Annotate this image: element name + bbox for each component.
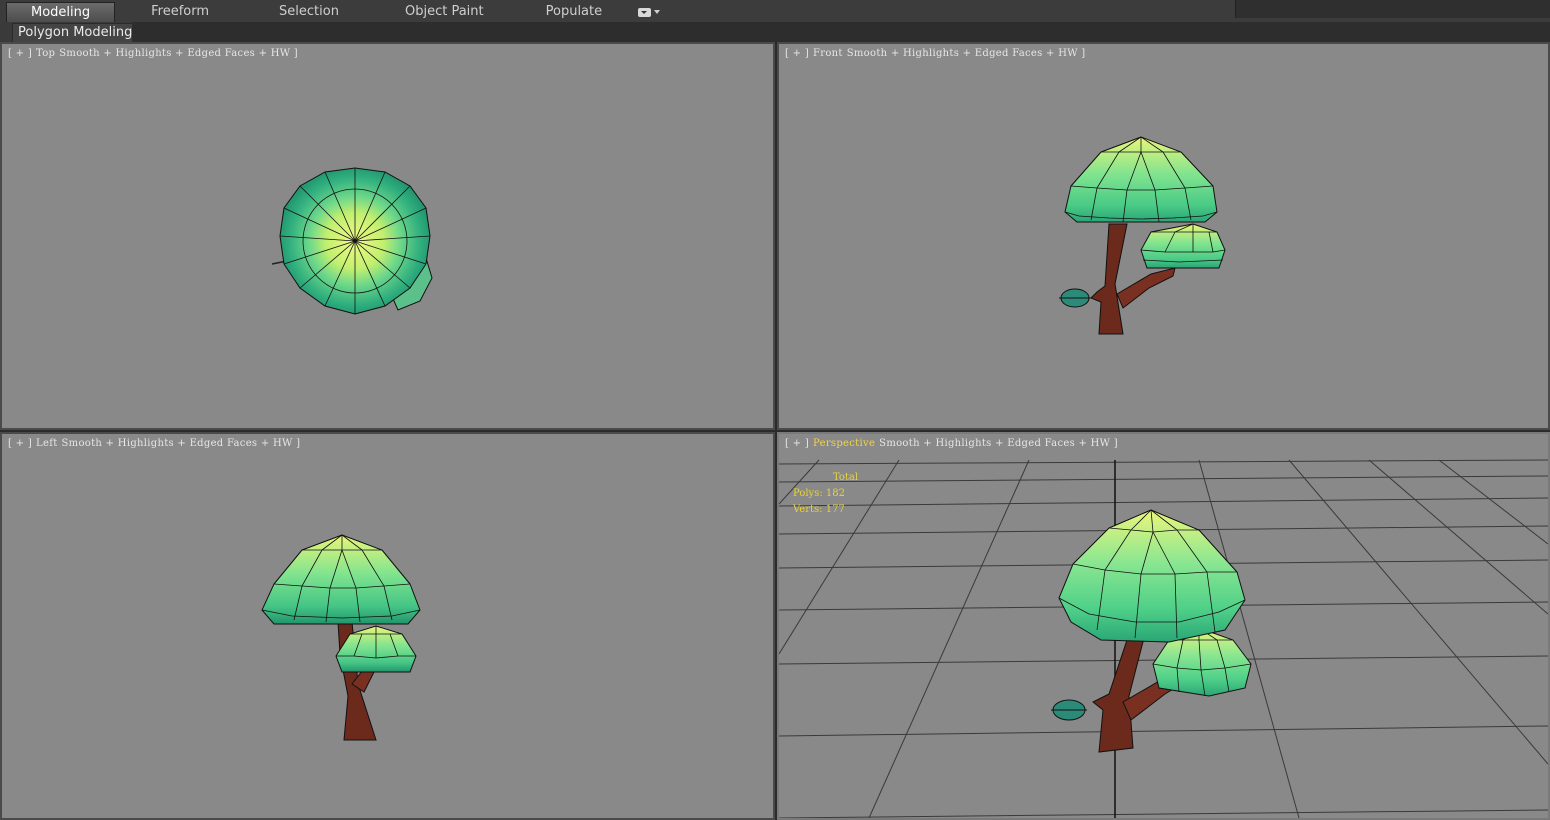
viewport-menu-button[interactable]: [ + ] — [785, 438, 809, 449]
tree-model-perspective-view — [779, 459, 1548, 818]
stats-verts: Verts: 177 — [793, 504, 845, 515]
viewport-front[interactable]: [ + ] Front Smooth + Highlights + Edged … — [777, 42, 1550, 430]
tab-selection[interactable]: Selection — [261, 2, 357, 22]
ribbon-toggle-icon — [638, 7, 652, 17]
tree-model-left-view — [261, 534, 421, 741]
viewport-left[interactable]: [ + ] Left Smooth + Highlights + Edged F… — [0, 432, 775, 820]
stats-total-label: Total — [833, 472, 859, 483]
ribbon-tabs: Modeling Freeform Selection Object Paint… — [6, 1, 661, 23]
ribbon-panel-strip — [132, 22, 1550, 42]
stats-polys: Polys: 182 — [793, 488, 845, 499]
polygon-modeling-panel-tab[interactable]: Polygon Modeling — [12, 23, 139, 43]
ribbon-empty-area — [1235, 0, 1550, 18]
ribbon-panel-bar: Polygon Modeling — [0, 22, 1550, 43]
tab-object-paint[interactable]: Object Paint — [387, 2, 502, 22]
viewport-label-perspective: [ + ] Perspective Smooth + Highlights + … — [785, 438, 1118, 449]
ribbon-bar: Modeling Freeform Selection Object Paint… — [0, 0, 1550, 23]
tree-model-top-view — [271, 167, 433, 315]
tab-modeling[interactable]: Modeling — [6, 1, 116, 23]
viewport-top[interactable]: [ + ] Top Smooth + Highlights + Edged Fa… — [0, 42, 775, 430]
viewport-shading-button[interactable]: Smooth + Highlights + Edged Faces + HW ] — [879, 438, 1118, 449]
tab-populate[interactable]: Populate — [528, 2, 621, 22]
chevron-down-icon — [654, 10, 661, 14]
viewport-perspective[interactable]: [ + ] Perspective Smooth + Highlights + … — [777, 432, 1550, 820]
viewport-view-button[interactable]: Perspective — [813, 438, 875, 449]
tree-model-front-view — [1059, 136, 1226, 335]
tab-freeform[interactable]: Freeform — [133, 2, 227, 22]
scene-statistics: Total Polys: 182 Verts: 177 — [793, 470, 858, 518]
ribbon-options-dropdown[interactable] — [638, 2, 661, 22]
